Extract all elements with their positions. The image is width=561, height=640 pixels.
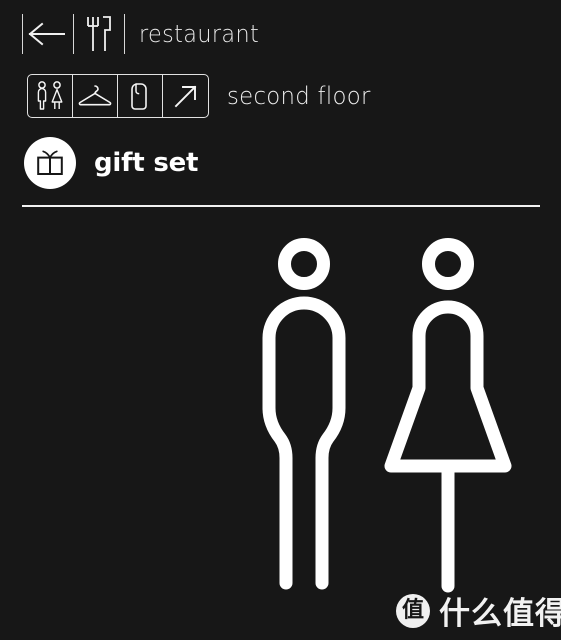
gift-box-icon	[37, 150, 63, 175]
signage-row-gift-set[interactable]: gift set	[24, 137, 198, 189]
female-figure	[384, 238, 512, 593]
left-arrow-icon	[28, 22, 65, 46]
female-dress-icon	[384, 300, 512, 473]
signage-row-second-floor[interactable]: second floor	[27, 74, 378, 118]
cutlery-icon	[87, 16, 111, 51]
restroom-pictogram	[262, 238, 512, 593]
male-head-icon	[278, 238, 330, 290]
cloakroom-hanger-icon	[78, 85, 112, 106]
gift-set-label: gift set	[94, 148, 199, 178]
cloakroom-cell[interactable]	[73, 75, 118, 117]
second-floor-label: second floor	[227, 82, 371, 110]
back-arrow-cell[interactable]	[23, 12, 73, 56]
divider-rule	[124, 14, 125, 54]
horizontal-divider	[22, 205, 540, 207]
restroom-cell[interactable]	[28, 75, 73, 117]
cutlery-cell[interactable]	[74, 12, 124, 56]
watermark: 值 什么值得买	[396, 588, 561, 633]
restaurant-label: restaurant	[139, 20, 260, 48]
female-head-icon	[422, 238, 474, 290]
male-body-left-icon	[262, 401, 293, 590]
up-right-arrow-icon	[174, 85, 196, 108]
watermark-text: 什么值得买	[439, 596, 561, 632]
direction-cell[interactable]	[163, 75, 208, 117]
shop-cell[interactable]	[118, 75, 163, 117]
smzdm-logo-icon: 值	[396, 593, 430, 628]
amenity-icon-box	[27, 74, 209, 118]
gift-badge[interactable]	[24, 137, 76, 189]
signage-row-restaurant[interactable]: restaurant	[22, 10, 268, 58]
male-figure	[262, 238, 346, 590]
restroom-icon	[37, 81, 63, 110]
sign-canvas: restaurant second floor gift set 值 什么值得	[0, 0, 561, 640]
shopping-bag-icon	[131, 83, 147, 110]
